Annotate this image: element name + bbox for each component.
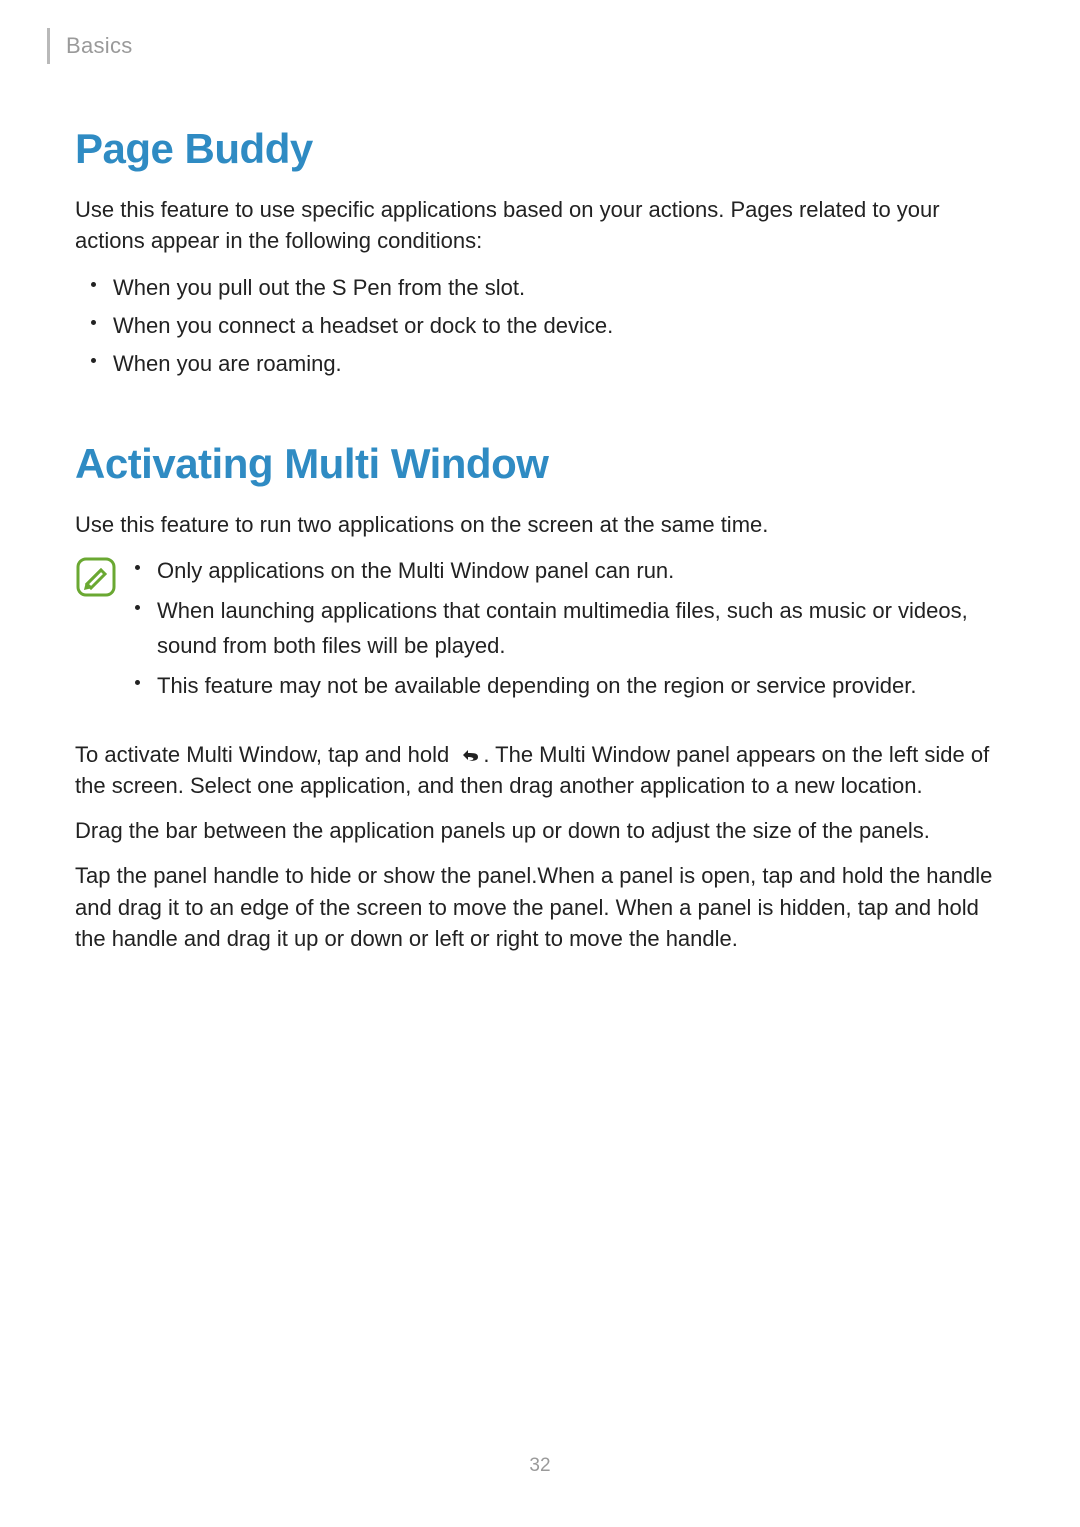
list-item-text: When you pull out the S Pen from the slo… xyxy=(113,275,525,300)
bullet-icon xyxy=(91,358,96,363)
back-key-icon xyxy=(455,741,483,759)
multi-window-activate-paragraph: To activate Multi Window, tap and hold .… xyxy=(75,739,1005,801)
multi-window-handle-paragraph: Tap the panel handle to hide or show the… xyxy=(75,860,1005,954)
header-row: Basics xyxy=(75,28,1005,64)
page-buddy-conditions-list: When you pull out the S Pen from the slo… xyxy=(75,271,1005,381)
breadcrumb: Basics xyxy=(66,33,133,59)
bullet-icon xyxy=(91,282,96,287)
note-icon xyxy=(75,556,117,598)
section-title-page-buddy: Page Buddy xyxy=(75,126,1005,172)
bullet-icon xyxy=(135,565,140,570)
list-item: When you connect a headset or dock to th… xyxy=(113,309,1005,343)
list-item-text: This feature may not be available depend… xyxy=(157,673,916,698)
list-item: When launching applications that contain… xyxy=(157,594,1005,662)
list-item-text: Only applications on the Multi Window pa… xyxy=(157,558,674,583)
text-before-icon: To activate Multi Window, tap and hold xyxy=(75,742,455,767)
note-list: Only applications on the Multi Window pa… xyxy=(131,554,1005,708)
list-item-text: When launching applications that contain… xyxy=(157,598,968,657)
list-item: Only applications on the Multi Window pa… xyxy=(157,554,1005,588)
bullet-icon xyxy=(135,680,140,685)
list-item: When you are roaming. xyxy=(113,347,1005,381)
list-item: This feature may not be available depend… xyxy=(157,669,1005,703)
bullet-icon xyxy=(91,320,96,325)
bullet-icon xyxy=(135,605,140,610)
multi-window-resize-paragraph: Drag the bar between the application pan… xyxy=(75,815,1005,846)
note-block: Only applications on the Multi Window pa… xyxy=(75,554,1005,708)
list-item-text: When you connect a headset or dock to th… xyxy=(113,313,613,338)
section-title-multi-window: Activating Multi Window xyxy=(75,441,1005,487)
multi-window-intro: Use this feature to run two applications… xyxy=(75,509,1005,540)
list-item: When you pull out the S Pen from the slo… xyxy=(113,271,1005,305)
list-item-text: When you are roaming. xyxy=(113,351,342,376)
page: Basics Page Buddy Use this feature to us… xyxy=(0,0,1080,1527)
page-number: 32 xyxy=(0,1455,1080,1477)
page-buddy-intro: Use this feature to use specific applica… xyxy=(75,194,1005,256)
header-divider xyxy=(47,28,50,64)
